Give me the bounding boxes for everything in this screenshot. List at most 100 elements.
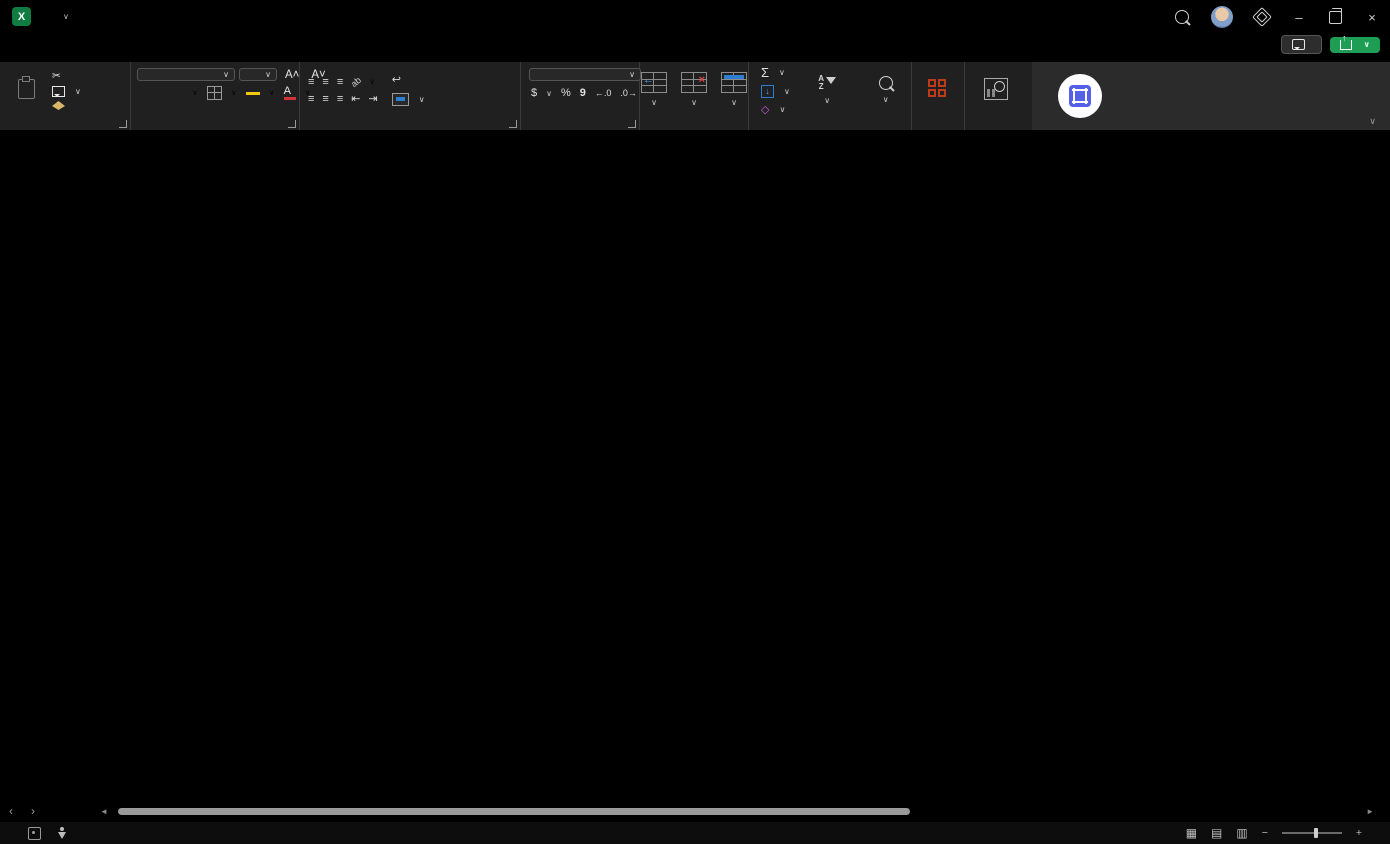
next-sheet-arrow-icon[interactable]: ›: [22, 804, 44, 818]
analyze-data-icon: [984, 78, 1008, 100]
insert-cells-icon: ←: [641, 72, 667, 93]
accessibility-status[interactable]: [57, 827, 73, 839]
delete-cells-button[interactable]: ×∨: [674, 72, 714, 108]
analyze-data-button[interactable]: [977, 78, 1015, 102]
fill-color-chevron-icon[interactable]: ∨: [269, 88, 275, 97]
find-select-chevron-icon: ∨: [883, 94, 889, 105]
insert-arrow-icon: ←: [643, 75, 654, 86]
increase-indent-icon[interactable]: ⇥: [368, 94, 377, 104]
zoom-slider[interactable]: [1282, 832, 1342, 834]
addins-button[interactable]: [921, 79, 955, 101]
delete-x-icon: ×: [699, 75, 705, 86]
close-button[interactable]: ×: [1364, 10, 1380, 25]
align-bottom-icon[interactable]: ≡: [337, 77, 343, 87]
format-painter-button[interactable]: [48, 100, 85, 111]
readonly-chevron-down-icon[interactable]: ∨: [63, 12, 69, 21]
macro-record-icon[interactable]: [28, 827, 41, 840]
scroll-right-arrow-icon[interactable]: ►: [1366, 807, 1374, 816]
scissors-icon: ✂: [52, 70, 61, 82]
copy-button[interactable]: ∨: [48, 85, 85, 98]
fill-color-button[interactable]: [246, 91, 260, 95]
font-name-select[interactable]: ∨: [137, 68, 235, 81]
merge-center-chevron-icon: ∨: [419, 95, 425, 104]
wrap-text-button[interactable]: ↩: [388, 74, 429, 86]
align-left-icon[interactable]: ≡: [308, 94, 314, 104]
increase-decimal-icon[interactable]: ←.0: [595, 88, 612, 98]
zoom-in-button[interactable]: +: [1356, 827, 1362, 839]
restore-button[interactable]: [1329, 11, 1342, 24]
page-break-view-icon[interactable]: ▥: [1236, 826, 1247, 840]
format-painter-icon: [52, 101, 65, 110]
font-color-button[interactable]: A: [284, 85, 296, 100]
zoom-slider-thumb[interactable]: [1314, 828, 1318, 838]
clear-button[interactable]: ◇∨: [757, 102, 794, 117]
zoom-out-button[interactable]: −: [1262, 827, 1268, 839]
autosum-button[interactable]: Σ∨: [757, 64, 794, 81]
font-name-chevron-icon: ∨: [223, 70, 229, 79]
format-cells-button[interactable]: ∨: [714, 72, 754, 108]
number-format-select[interactable]: ∨: [529, 68, 641, 81]
share-button[interactable]: ∨: [1330, 37, 1381, 53]
ribbon-group-analyze: [965, 62, 1027, 130]
currency-icon[interactable]: $: [531, 87, 537, 99]
ribbon-group-clipboard: ✂ ∨: [0, 62, 131, 130]
ribbon-group-font: ∨ ∨ A˄ A˅ ∨ ∨ ∨ A ∨: [131, 62, 300, 130]
orientation-chevron-icon: ∨: [369, 77, 375, 87]
sigma-icon: Σ: [761, 65, 769, 80]
spreadsheet-grid: [0, 130, 1390, 800]
share-chevron-down-icon: ∨: [1364, 40, 1371, 49]
align-middle-icon[interactable]: ≡: [322, 77, 328, 87]
insert-cells-button[interactable]: ←∨: [634, 72, 674, 108]
horizontal-scrollbar[interactable]: ◄ ►: [98, 806, 1376, 816]
borders-chevron-icon[interactable]: ∨: [231, 88, 237, 97]
align-right-icon[interactable]: ≡: [337, 94, 343, 104]
fill-chevron-icon: ∨: [784, 87, 790, 96]
scroll-left-arrow-icon[interactable]: ◄: [100, 807, 108, 816]
comments-button[interactable]: [1281, 35, 1322, 54]
sheet-tabbar: ‹ › ◄ ►: [0, 800, 1390, 822]
align-center-icon[interactable]: ≡: [322, 94, 328, 104]
number-dialog-launcher-icon[interactable]: [628, 120, 636, 128]
minimize-button[interactable]: –: [1291, 10, 1307, 25]
format-cells-icon: [721, 72, 747, 93]
page-layout-view-icon[interactable]: ▤: [1211, 826, 1222, 840]
clipboard-dialog-launcher-icon[interactable]: [119, 120, 127, 128]
underline-chevron-icon[interactable]: ∨: [192, 88, 198, 97]
prev-sheet-arrow-icon[interactable]: ‹: [0, 804, 22, 818]
ribbon-group-alignment: ≡ ≡ ≡ ab ∨ ≡ ≡ ≡ ⇤ ⇥ ↩ ∨: [300, 62, 521, 130]
comma-style-icon[interactable]: 9: [580, 87, 586, 99]
ribbon-collapse-chevron-icon[interactable]: ∨: [1369, 116, 1376, 127]
paste-button[interactable]: [6, 79, 46, 101]
percent-icon[interactable]: %: [561, 87, 571, 99]
delete-cells-icon: ×: [681, 72, 707, 93]
sort-filter-button[interactable]: AZ ∨: [802, 75, 853, 106]
alignment-dialog-launcher-icon[interactable]: [509, 120, 517, 128]
horizontal-scroll-thumb[interactable]: [118, 808, 910, 815]
addins-icon: [928, 79, 948, 99]
brand-panel: [1032, 62, 1390, 130]
search-icon[interactable]: [1175, 10, 1189, 24]
premium-gem-icon[interactable]: [1252, 7, 1272, 27]
comment-icon: [1292, 39, 1305, 50]
insert-chevron-icon: ∨: [651, 97, 657, 108]
statusbar: ▦ ▤ ▥ − +: [0, 822, 1390, 844]
borders-icon[interactable]: [207, 86, 222, 100]
normal-view-icon[interactable]: ▦: [1186, 826, 1197, 840]
merge-center-button[interactable]: ∨: [388, 92, 429, 107]
eraser-icon: ◇: [761, 103, 769, 116]
user-avatar[interactable]: [1211, 6, 1233, 28]
decrease-indent-icon[interactable]: ⇤: [351, 94, 360, 104]
orientation-icon[interactable]: ab: [349, 74, 363, 88]
ribbon-group-editing: Σ∨ ↓∨ ◇∨ AZ ∨ ∨: [749, 62, 912, 130]
align-top-icon[interactable]: ≡: [308, 77, 314, 87]
sort-filter-chevron-icon: ∨: [824, 95, 830, 106]
clipboard-icon: [18, 79, 35, 99]
copy-icon: [52, 86, 65, 97]
titlebar: X ∨ – ×: [0, 0, 1390, 38]
fill-button[interactable]: ↓∨: [757, 84, 794, 99]
font-dialog-launcher-icon[interactable]: [288, 120, 296, 128]
autosum-chevron-icon: ∨: [779, 68, 785, 77]
font-size-select[interactable]: ∨: [239, 68, 277, 81]
cut-button[interactable]: ✂: [48, 69, 85, 83]
find-select-button[interactable]: ∨: [860, 76, 911, 105]
